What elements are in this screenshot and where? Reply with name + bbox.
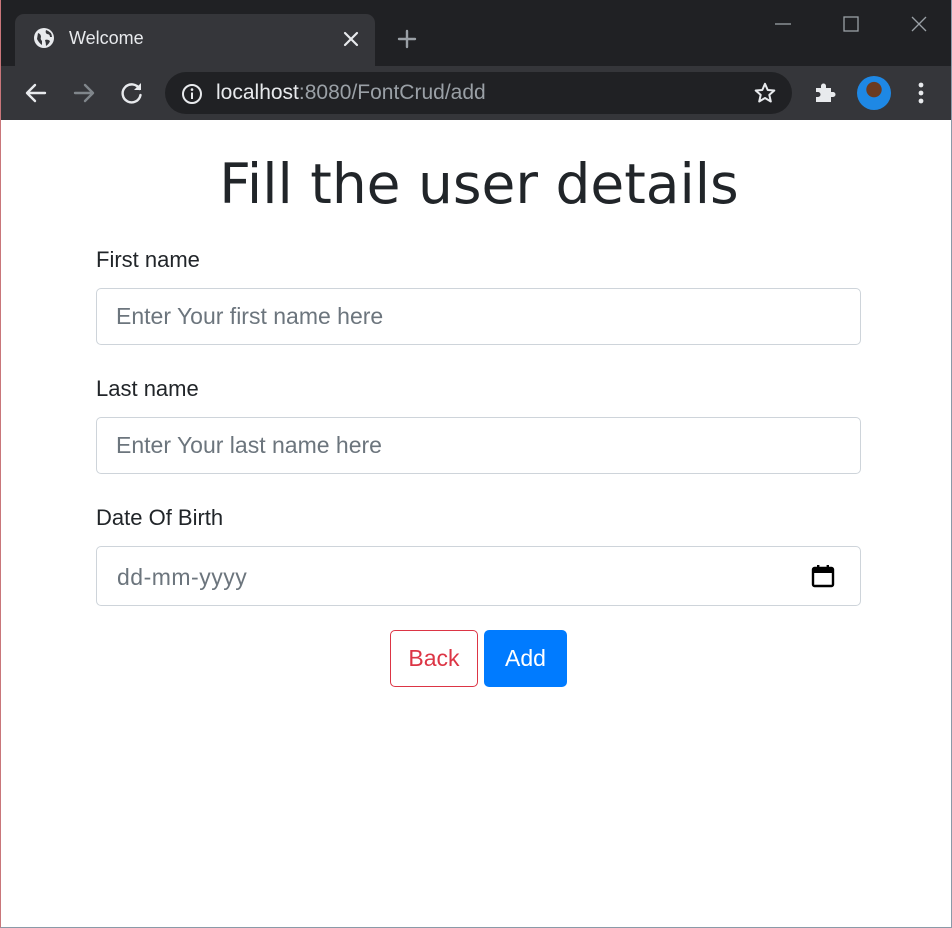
close-icon[interactable]: [341, 29, 361, 49]
star-icon[interactable]: [753, 81, 777, 105]
url-text[interactable]: localhost:8080/FontCrud/add: [216, 81, 486, 105]
close-window-icon[interactable]: [907, 12, 931, 36]
tab-strip: Welcome: [1, 0, 951, 66]
reload-icon[interactable]: [118, 79, 146, 107]
plus-icon[interactable]: [395, 27, 419, 51]
address-bar[interactable]: localhost:8080/FontCrud/add: [165, 72, 792, 114]
puzzle-icon[interactable]: [811, 79, 839, 107]
add-button[interactable]: Add: [484, 630, 567, 687]
avatar[interactable]: [857, 76, 891, 110]
info-icon[interactable]: [181, 83, 203, 105]
url-host: localhost: [216, 81, 299, 104]
back-button[interactable]: Back: [390, 630, 478, 687]
browser-window: Welcome localhost:8080/FontCrud/add Fill…: [0, 0, 952, 928]
arrow-left-icon[interactable]: [22, 79, 50, 107]
tab-title: Welcome: [69, 28, 144, 48]
page-content: Fill the user details First name Last na…: [1, 120, 951, 927]
last-name-field[interactable]: [96, 417, 861, 474]
globe-icon: [34, 28, 54, 48]
calendar-icon[interactable]: [810, 563, 836, 589]
dob-field[interactable]: dd-mm-yyyy: [96, 546, 861, 606]
first-name-label: First name: [96, 247, 200, 272]
minimize-icon[interactable]: [771, 12, 795, 36]
first-name-field[interactable]: [96, 288, 861, 345]
last-name-label: Last name: [96, 376, 199, 401]
maximize-icon[interactable]: [839, 12, 863, 36]
browser-toolbar: localhost:8080/FontCrud/add: [1, 66, 951, 120]
dob-label: Date Of Birth: [96, 505, 224, 530]
arrow-right-icon[interactable]: [70, 79, 98, 107]
dob-placeholder: dd-mm-yyyy: [117, 564, 248, 590]
tab-welcome[interactable]: Welcome: [15, 14, 375, 66]
page-title: Fill the user details: [219, 152, 739, 216]
kebab-menu-icon[interactable]: [907, 79, 935, 107]
url-path: :8080/FontCrud/add: [298, 81, 486, 104]
